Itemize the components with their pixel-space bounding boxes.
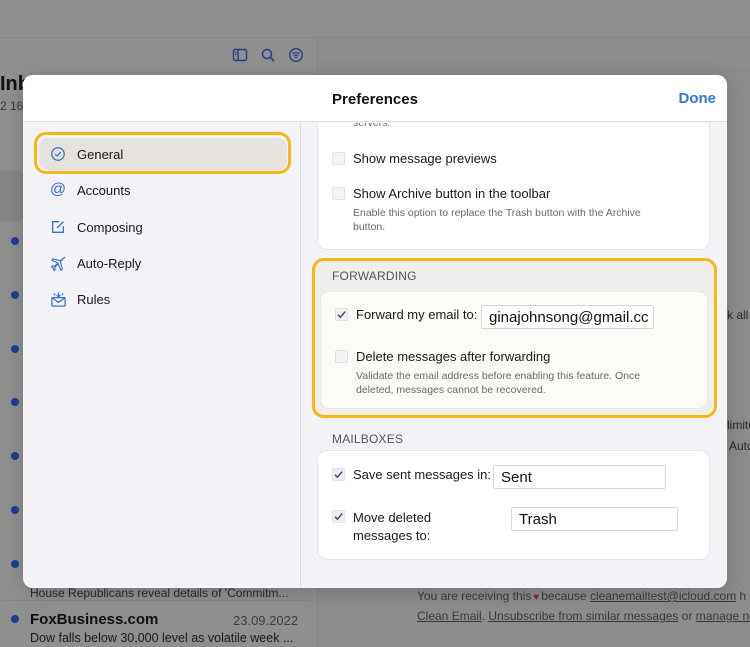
sidebar-item-auto-reply[interactable]: Auto-Reply [39,247,287,279]
sidebar-toggle-icon[interactable] [232,47,248,63]
forward-to-row[interactable]: Forward my email to: [335,307,477,323]
filter-icon[interactable] [288,47,304,63]
sidebar-item-accounts[interactable]: @ Accounts [39,174,287,206]
checkmark-icon [334,471,343,479]
reading-pane-text-peek: k all [727,308,749,322]
unread-dot [11,560,19,568]
compose-icon [49,218,67,236]
forward-to-checkbox[interactable] [335,308,348,321]
reading-pane-text-peek: Auto [729,439,750,453]
selected-message-row[interactable] [0,170,24,222]
save-sent-row[interactable]: Save sent messages in: [332,467,491,483]
show-archive-description: Enable this option to replace the Trash … [353,207,641,233]
footer-text: h [739,589,747,603]
unread-dot [11,398,19,406]
general-options-card: servers. Show message previews Show Arch… [317,123,710,250]
unread-dot [11,506,19,514]
window-top-bar [0,0,750,38]
forward-to-label: Forward my email to: [356,307,478,322]
manage-notifications-link[interactable]: manage not [696,609,750,623]
modal-title: Preferences [332,91,418,108]
sidebar-item-label: Auto-Reply [77,255,142,271]
show-previews-row[interactable]: Show message previews [332,151,497,167]
move-deleted-label: Move deleted messages to: [353,510,432,543]
delete-after-description: Validate the email address before enabli… [356,370,641,396]
general-settings-pane: servers. Show message previews Show Arch… [301,123,727,588]
highlight-ring-general [34,132,291,174]
modal-header: Preferences Done [23,75,727,122]
forwarding-card: Forward my email to: ginajohnsong@gmail.… [320,291,708,409]
preferences-modal: Preferences Done General @ Accounts Comp… [23,75,727,588]
heart-icon: ♥ [533,592,540,603]
mailboxes-title: MAILBOXES [332,432,404,446]
show-previews-label: Show message previews [353,151,497,166]
unread-dot [11,237,19,245]
message-preview: Dow falls below 30,000 level as volatile… [30,631,294,645]
forward-email-input[interactable]: ginajohnsong@gmail.cc [481,305,654,329]
message-subject-peek: House Republicans reveal details of 'Com… [30,586,289,600]
unread-dot [11,291,19,299]
inbox-count: 2 16 [0,99,24,113]
move-deleted-checkbox[interactable] [332,510,345,523]
sidebar-item-rules[interactable]: Rules [39,283,287,315]
sidebar-item-label: Rules [77,291,111,307]
search-icon[interactable] [260,47,276,63]
truncated-description: servers. [353,123,391,129]
checkmark-icon [334,513,343,521]
show-archive-checkbox[interactable] [332,187,345,200]
unsubscribe-link[interactable]: Unsubscribe from similar messages [488,609,678,623]
delete-after-label: Delete messages after forwarding [356,349,551,364]
sent-mailbox-input[interactable]: Sent [493,465,666,489]
reading-pane-toolbar [318,39,750,71]
show-archive-label: Show Archive button in the toolbar [353,186,551,201]
message-sender[interactable]: FoxBusiness.com [30,611,158,628]
sidebar-item-label: Composing [77,219,143,235]
show-previews-checkbox[interactable] [332,152,345,165]
message-date: 23.09.2022 [233,613,299,628]
save-sent-label: Save sent messages in: [353,467,492,482]
show-archive-row[interactable]: Show Archive button in the toolbar [332,186,550,202]
done-button[interactable]: Done [679,90,717,107]
save-sent-checkbox[interactable] [332,468,345,481]
sidebar-item-composing[interactable]: Composing [39,211,287,243]
delete-after-row[interactable]: Delete messages after forwarding [335,349,550,365]
footer-line-2: Clean Email. Unsubscribe from similar me… [417,609,750,623]
unread-dot [11,452,19,460]
forwarding-title: FORWARDING [332,269,417,283]
unread-dot [11,615,19,623]
reading-pane-text-peek: limite [727,418,750,432]
mailboxes-card: Save sent messages in: Sent Move deleted… [317,450,710,560]
move-deleted-row[interactable]: Move deleted messages to: [332,509,492,545]
unread-dot [11,345,19,353]
airplane-icon [49,254,67,272]
checkmark-icon [337,311,346,319]
list-divider [0,600,310,601]
envelope-rules-icon [49,290,67,308]
at-sign-icon: @ [49,181,67,198]
delete-after-checkbox[interactable] [335,350,348,363]
trash-mailbox-input[interactable]: Trash [511,507,678,531]
clean-email-link[interactable]: Clean Email [417,609,482,623]
footer-email-link[interactable]: cleanemailtest@icloud.com [590,589,736,603]
footer-text: You are receiving this [417,589,532,603]
footer-text: or [681,609,693,623]
footer-text: because [541,589,587,603]
footer-line-1: You are receiving this ♥ because cleanemai… [417,589,746,603]
sidebar-item-label: Accounts [77,182,131,198]
